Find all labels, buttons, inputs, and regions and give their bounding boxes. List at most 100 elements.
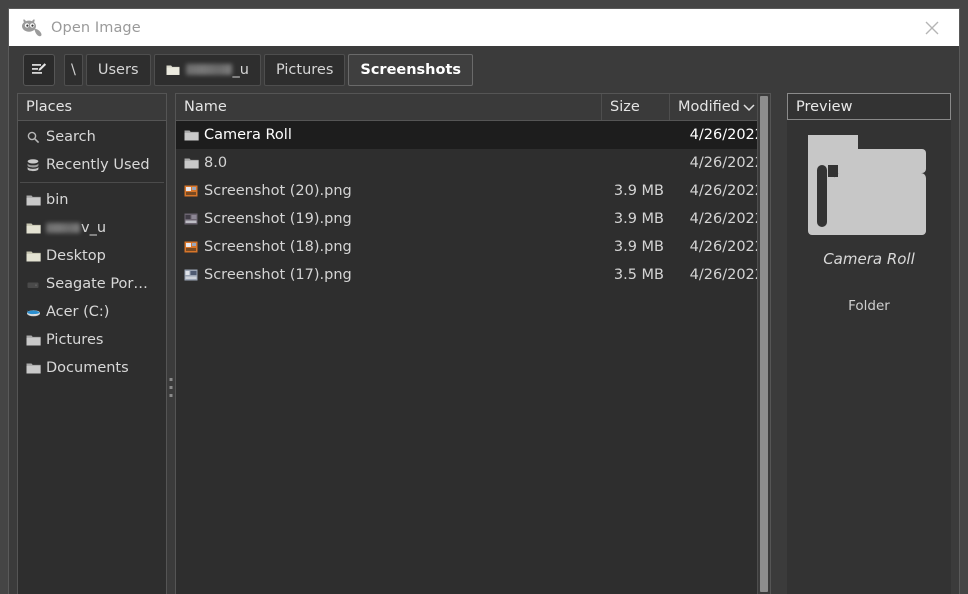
file-size-cell: 3.5 MB bbox=[613, 267, 664, 283]
sidebar-item-label: Search bbox=[46, 129, 96, 145]
file-name-cell: 8.0 bbox=[176, 155, 602, 171]
preview-body: Camera Roll Folder bbox=[787, 120, 951, 594]
preview-header: Preview bbox=[787, 93, 951, 120]
file-modified-cell: 4/26/2022 bbox=[689, 267, 764, 283]
file-modified-cell: 4/26/2022 bbox=[689, 211, 764, 227]
grip-dot bbox=[169, 378, 173, 381]
preview-file-type: Folder bbox=[848, 298, 890, 314]
file-name-label: Screenshot (18).png bbox=[204, 239, 352, 255]
breadcrumb-label: _u bbox=[232, 61, 249, 78]
file-name-cell: Camera Roll bbox=[176, 127, 602, 143]
column-header-label: Size bbox=[610, 99, 640, 115]
file-size-cell: 3.9 MB bbox=[613, 239, 664, 255]
sidebar-item-label: Desktop bbox=[46, 248, 106, 264]
table-row[interactable]: 8.0 4/26/2022 bbox=[176, 149, 770, 177]
file-modified-cell: 4/26/2022 bbox=[689, 239, 764, 255]
table-row[interactable]: Screenshot (18).png 3.9 MB 4/26/2022 bbox=[176, 233, 770, 261]
folder-icon bbox=[166, 64, 180, 76]
sidebar-item-pictures[interactable]: Pictures bbox=[18, 326, 166, 354]
sidebar-item-documents[interactable]: Documents bbox=[18, 354, 166, 382]
sidebar-item-label: bin bbox=[46, 192, 69, 208]
breadcrumb-item-root[interactable]: \ bbox=[64, 53, 83, 86]
file-name-label: 8.0 bbox=[204, 155, 228, 171]
table-row[interactable]: Camera Roll 4/26/2022 bbox=[176, 121, 770, 149]
file-name-label: Screenshot (19).png bbox=[204, 211, 352, 227]
drive-icon bbox=[24, 306, 42, 319]
sidebar-item-label: Pictures bbox=[46, 332, 104, 348]
places-pane: Places Search Recently Used bin v_u Desk… bbox=[17, 93, 167, 594]
folder-large-icon bbox=[803, 130, 935, 242]
image-thumbnail-icon bbox=[182, 241, 200, 253]
redacted-username bbox=[46, 223, 80, 233]
file-list-rows: Camera Roll 4/26/2022 8.0 4/26/2022 Scre… bbox=[176, 121, 770, 594]
column-header-size[interactable]: Size bbox=[602, 94, 670, 120]
column-header-label: Name bbox=[184, 99, 227, 115]
file-list-column-headers: Name Size Modified bbox=[176, 94, 770, 121]
file-size-cell: 3.9 MB bbox=[613, 183, 664, 199]
search-icon bbox=[24, 130, 42, 144]
sidebar-item-label: v_u bbox=[81, 220, 107, 236]
file-name-label: Screenshot (17).png bbox=[204, 267, 352, 283]
column-header-label: Modified bbox=[678, 99, 740, 115]
file-name-label: Screenshot (20).png bbox=[204, 183, 352, 199]
open-image-dialog-window: Open Image \ Users _u Pictures Screensho… bbox=[8, 8, 960, 594]
chevron-down-icon bbox=[743, 103, 755, 112]
redacted-username bbox=[185, 64, 232, 75]
breadcrumb: \ Users _u Pictures Screenshots bbox=[64, 53, 476, 86]
edit-path-icon[interactable] bbox=[23, 53, 55, 86]
folder-icon bbox=[24, 194, 42, 207]
grip-dot bbox=[169, 394, 173, 397]
gimp-wilber-icon bbox=[21, 18, 43, 37]
file-modified-cell: 4/26/2022 bbox=[689, 155, 764, 171]
path-toolbar: \ Users _u Pictures Screenshots bbox=[9, 46, 959, 93]
file-list-scrollbar[interactable] bbox=[757, 94, 770, 594]
image-thumbnail-icon bbox=[182, 269, 200, 281]
file-name-label: Camera Roll bbox=[204, 127, 292, 143]
places-list: Search Recently Used bin v_u Desktop Sea… bbox=[18, 121, 166, 594]
folder-icon bbox=[182, 129, 200, 142]
breadcrumb-label: Pictures bbox=[275, 61, 334, 78]
sidebar-item-user-folder[interactable]: v_u bbox=[18, 214, 166, 242]
folder-icon bbox=[182, 157, 200, 170]
folder-user-icon bbox=[24, 222, 42, 235]
sidebar-item-acer-c[interactable]: Acer (C:) bbox=[18, 298, 166, 326]
close-icon[interactable] bbox=[919, 15, 945, 41]
preview-pane: Preview Camera Roll Folder bbox=[787, 93, 951, 594]
breadcrumb-item-screenshots[interactable]: Screenshots bbox=[348, 53, 474, 86]
table-row[interactable]: Screenshot (17).png 3.5 MB 4/26/2022 bbox=[176, 261, 770, 289]
file-size-cell: 3.9 MB bbox=[613, 211, 664, 227]
preview-gap bbox=[771, 93, 787, 594]
breadcrumb-label: Users bbox=[97, 61, 139, 78]
sidebar-item-bin[interactable]: bin bbox=[18, 186, 166, 214]
column-header-name[interactable]: Name bbox=[176, 94, 602, 120]
column-header-modified[interactable]: Modified bbox=[670, 94, 770, 120]
scrollbar-thumb[interactable] bbox=[760, 96, 768, 592]
sidebar-item-recently-used[interactable]: Recently Used bbox=[18, 151, 166, 179]
breadcrumb-item-users[interactable]: Users bbox=[85, 53, 151, 86]
image-thumbnail-icon bbox=[182, 213, 200, 225]
sidebar-item-label: Acer (C:) bbox=[46, 304, 110, 320]
drive-dim-icon bbox=[24, 278, 42, 291]
breadcrumb-item-user[interactable]: _u bbox=[153, 53, 261, 86]
breadcrumb-item-pictures[interactable]: Pictures bbox=[263, 53, 346, 86]
image-thumbnail-icon bbox=[182, 185, 200, 197]
sidebar-item-seagate[interactable]: Seagate Por… bbox=[18, 270, 166, 298]
table-row[interactable]: Screenshot (19).png 3.9 MB 4/26/2022 bbox=[176, 205, 770, 233]
splitter-grip bbox=[169, 378, 173, 402]
dialog-body: Places Search Recently Used bin v_u Desk… bbox=[9, 93, 959, 594]
pane-splitter[interactable] bbox=[167, 93, 175, 594]
table-row[interactable]: Screenshot (20).png 3.9 MB 4/26/2022 bbox=[176, 177, 770, 205]
sidebar-item-search[interactable]: Search bbox=[18, 123, 166, 151]
window-title: Open Image bbox=[51, 19, 141, 36]
preview-file-name: Camera Roll bbox=[823, 250, 915, 268]
sidebar-item-label: Documents bbox=[46, 360, 129, 376]
file-name-cell: Screenshot (20).png bbox=[176, 183, 602, 199]
titlebar: Open Image bbox=[9, 9, 959, 46]
folder-icon bbox=[24, 334, 42, 347]
file-name-cell: Screenshot (19).png bbox=[176, 211, 602, 227]
folder-icon bbox=[24, 362, 42, 375]
places-header: Places bbox=[18, 94, 166, 121]
file-modified-cell: 4/26/2022 bbox=[689, 183, 764, 199]
file-name-cell: Screenshot (18).png bbox=[176, 239, 602, 255]
sidebar-item-desktop[interactable]: Desktop bbox=[18, 242, 166, 270]
